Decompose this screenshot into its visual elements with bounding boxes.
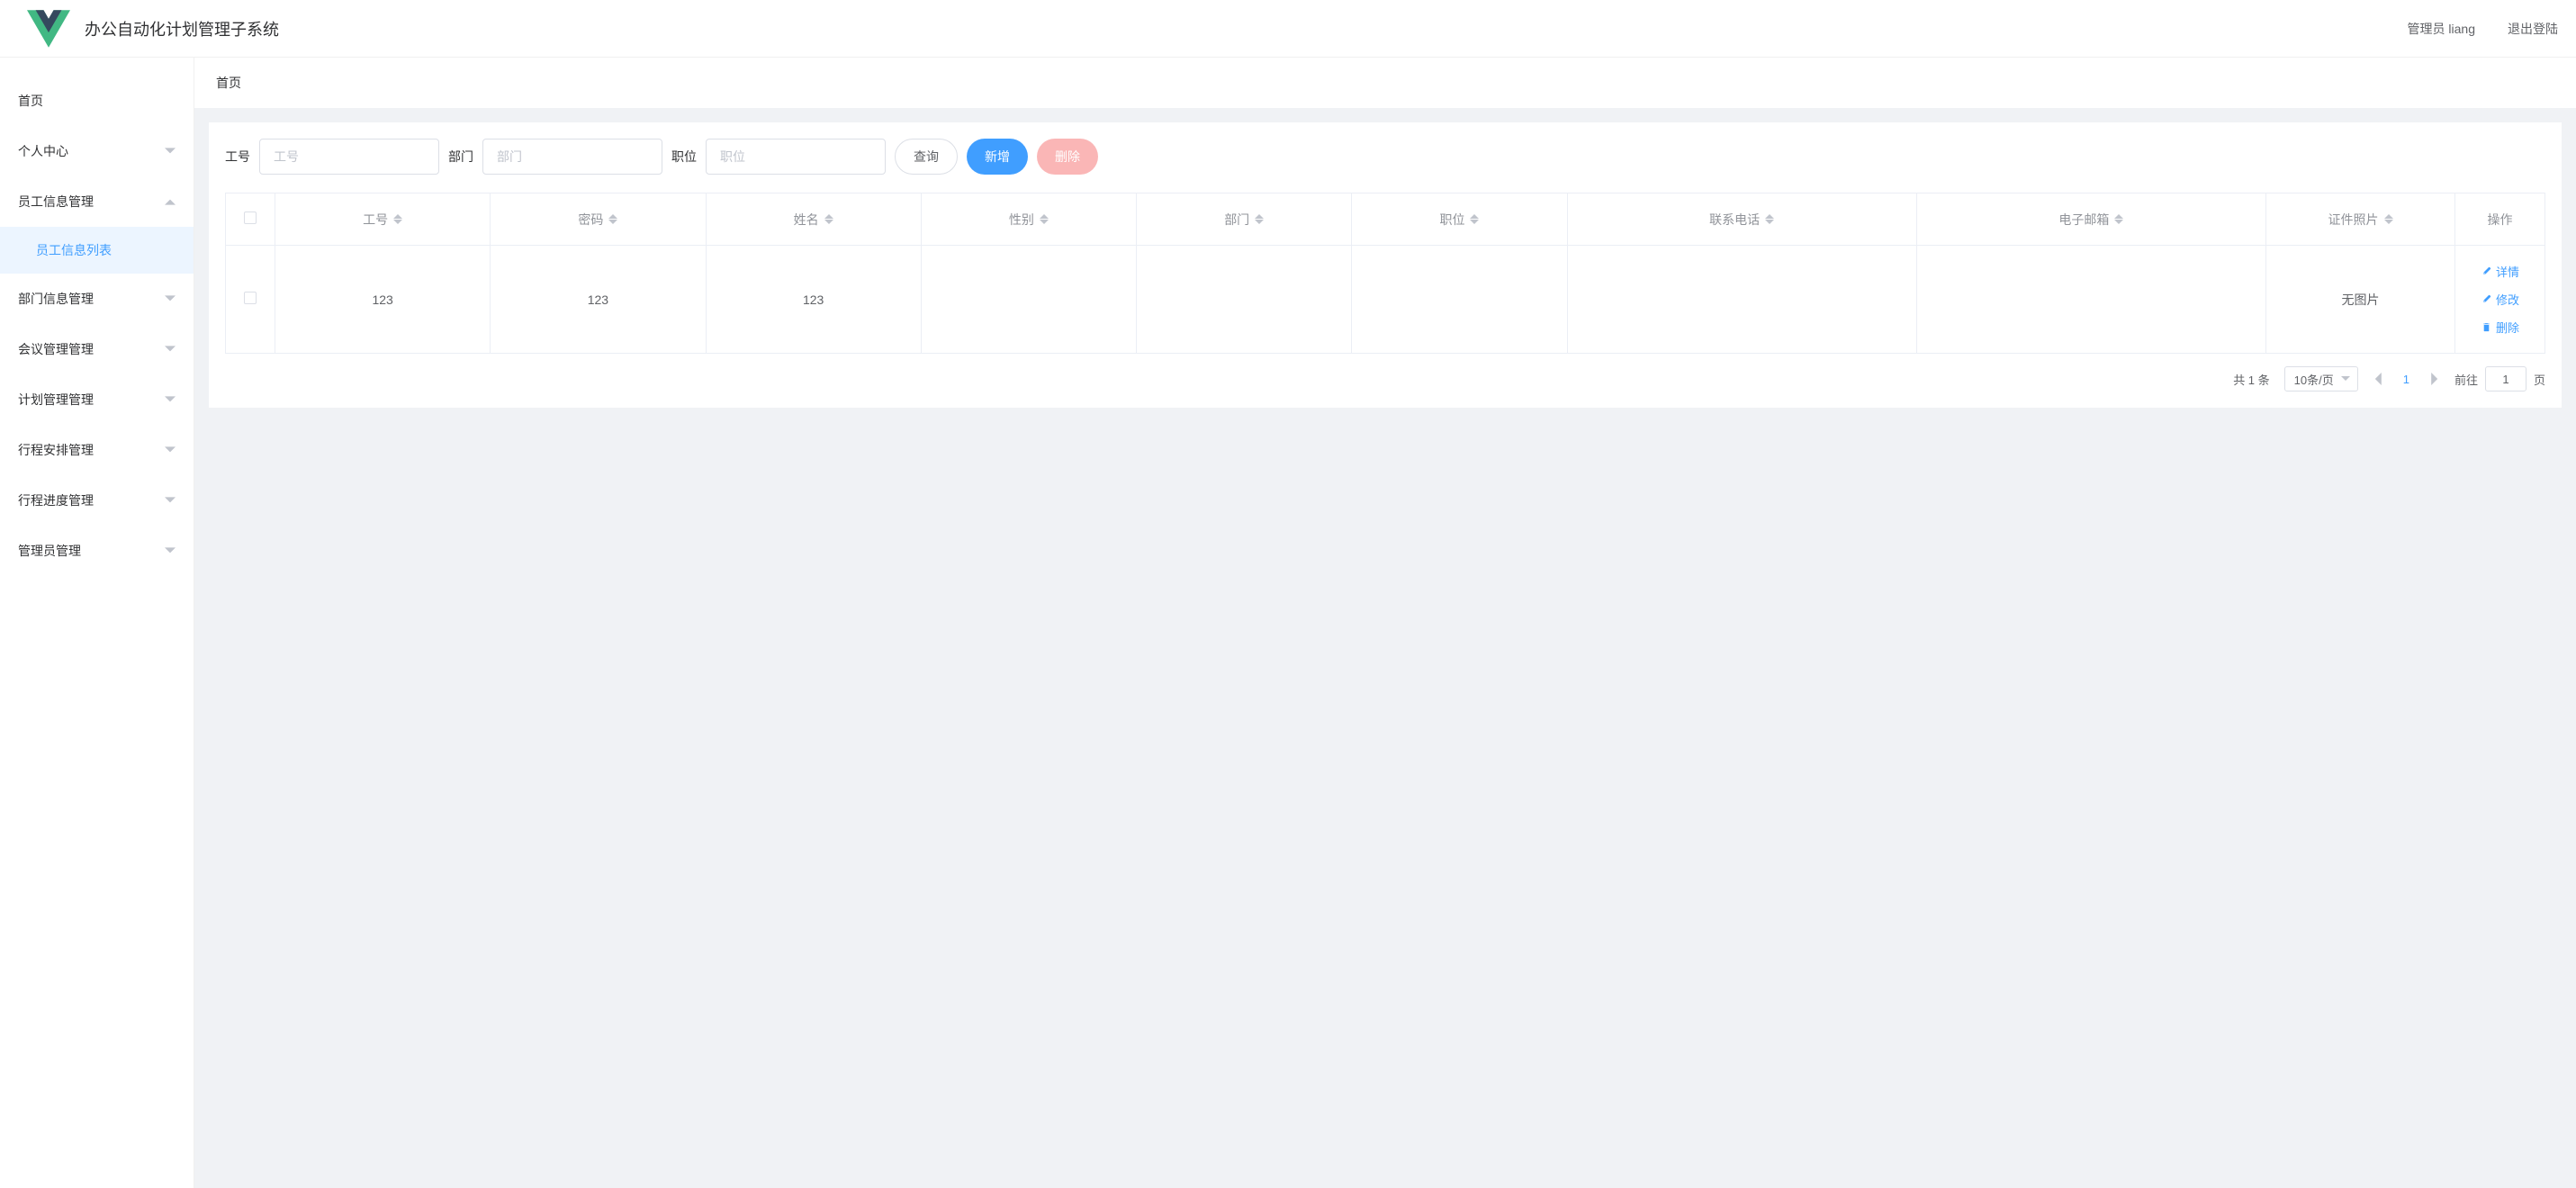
add-button[interactable]: 新增 [967,139,1028,175]
edit-link[interactable]: 修改 [2481,291,2519,308]
query-button[interactable]: 查询 [895,139,958,175]
next-page-icon[interactable] [2427,373,2440,385]
cell-dianhua [1567,246,1916,354]
sort-icon[interactable] [608,214,617,224]
sidebar-item-0[interactable]: 首页 [0,76,194,126]
vue-logo-icon [27,7,70,50]
chevron-down-icon [165,293,176,304]
sidebar-item-7[interactable]: 行程进度管理 [0,475,194,526]
delete-link[interactable]: 删除 [2481,319,2519,336]
header-right: 管理员 liang 退出登陆 [2408,20,2558,38]
pagination-total: 共 1 条 [2233,371,2269,388]
cell-actions: 详情修改删除 [2455,246,2545,354]
sidebar-item-6[interactable]: 行程安排管理 [0,425,194,475]
column-header[interactable]: 操作 [2455,194,2545,246]
gonghao-input[interactable] [259,139,439,175]
gonghao-label: 工号 [225,148,250,166]
sort-icon[interactable] [1255,214,1264,224]
sort-icon[interactable] [824,214,833,224]
logout-link[interactable]: 退出登陆 [2508,20,2558,38]
chevron-down-icon [165,344,176,355]
main-content: 首页 工号 部门 职位 查询 新增 删除 工号密码姓名性别部门职位联系电话电子邮… [194,58,2576,1188]
column-header[interactable]: 密码 [491,194,706,246]
pagination: 共 1 条 10条/页 1 前往 页 [225,366,2545,392]
cell-zhiwei [1352,246,1567,354]
cell-bumen [1137,246,1352,354]
goto-input[interactable] [2485,366,2526,392]
column-header[interactable]: 部门 [1137,194,1352,246]
sort-icon[interactable] [393,214,402,224]
column-header[interactable]: 证件照片 [2266,194,2455,246]
goto-suffix: 页 [2534,371,2545,388]
table-row: 123123123无图片详情修改删除 [226,246,2545,354]
system-title: 办公自动化计划管理子系统 [85,17,279,40]
search-row: 工号 部门 职位 查询 新增 删除 [225,139,2545,175]
zhiwei-input[interactable] [706,139,886,175]
chevron-down-icon [165,545,176,556]
sidebar-subitem-2-0[interactable]: 员工信息列表 [0,227,194,274]
prev-page-icon[interactable] [2373,373,2385,385]
column-header[interactable]: 性别 [921,194,1136,246]
column-header[interactable]: 职位 [1352,194,1567,246]
column-header[interactable]: 工号 [275,194,491,246]
bumen-label: 部门 [448,148,473,166]
sidebar-item-5[interactable]: 计划管理管理 [0,374,194,425]
sidebar-item-8[interactable]: 管理员管理 [0,526,194,576]
chevron-down-icon [165,495,176,506]
cell-gonghao: 123 [275,246,491,354]
chevron-down-icon [2341,374,2350,383]
chevron-down-icon [165,445,176,455]
data-table: 工号密码姓名性别部门职位联系电话电子邮箱证件照片操作 123123123无图片详… [225,193,2545,354]
header: 办公自动化计划管理子系统 管理员 liang 退出登陆 [0,0,2576,58]
admin-label[interactable]: 管理员 liang [2408,20,2475,38]
sort-icon[interactable] [1040,214,1049,224]
chevron-down-icon [165,394,176,405]
chevron-down-icon [165,146,176,157]
detail-link[interactable]: 详情 [2481,263,2519,280]
column-header[interactable]: 姓名 [706,194,921,246]
zhiwei-label: 职位 [671,148,697,166]
goto-prefix: 前往 [2454,371,2478,388]
page-number[interactable]: 1 [2400,373,2413,386]
cell-youxiang [1916,246,2265,354]
header-left: 办公自动化计划管理子系统 [27,7,279,50]
cell-xingming: 123 [706,246,921,354]
sort-icon[interactable] [1765,214,1774,224]
select-all-checkbox[interactable] [244,212,257,224]
cell-zhaopian: 无图片 [2266,246,2455,354]
sidebar-item-1[interactable]: 个人中心 [0,126,194,176]
cell-mima: 123 [491,246,706,354]
page-size-select[interactable]: 10条/页 [2284,366,2358,392]
sort-icon[interactable] [1470,214,1479,224]
content-panel: 工号 部门 职位 查询 新增 删除 工号密码姓名性别部门职位联系电话电子邮箱证件… [209,122,2562,408]
column-header[interactable]: 电子邮箱 [1916,194,2265,246]
row-checkbox[interactable] [244,292,257,304]
sidebar-item-2[interactable]: 员工信息管理 [0,176,194,227]
breadcrumb: 首页 [194,58,2576,108]
delete-button[interactable]: 删除 [1037,139,1098,175]
sidebar-item-3[interactable]: 部门信息管理 [0,274,194,324]
sidebar-item-4[interactable]: 会议管理管理 [0,324,194,374]
sort-icon[interactable] [2114,214,2123,224]
bumen-input[interactable] [482,139,662,175]
sidebar: 首页个人中心员工信息管理员工信息列表部门信息管理会议管理管理计划管理管理行程安排… [0,58,194,1188]
cell-xingbie [921,246,1136,354]
sort-icon[interactable] [2384,214,2393,224]
chevron-up-icon [165,196,176,207]
column-header[interactable]: 联系电话 [1567,194,1916,246]
